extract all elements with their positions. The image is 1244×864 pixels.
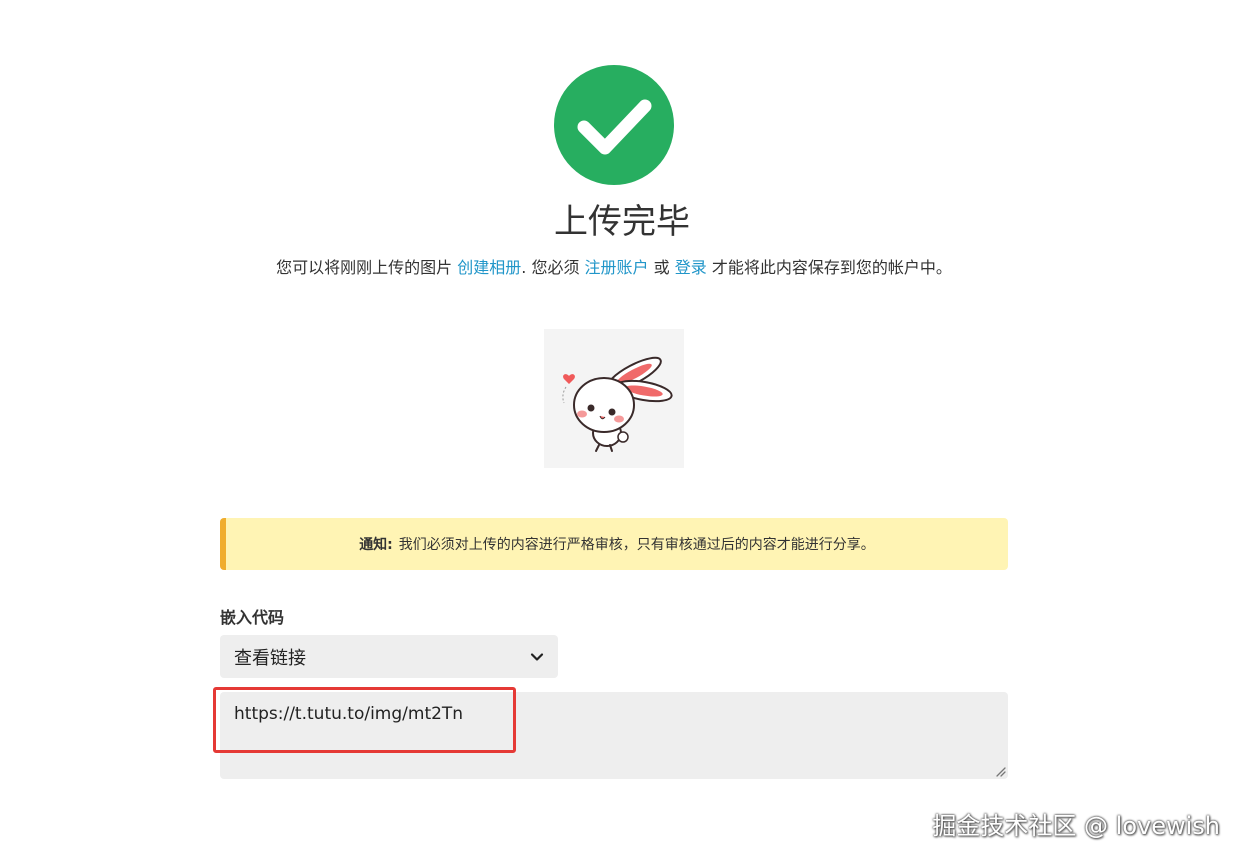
- check-circle-icon: [554, 65, 674, 185]
- create-album-link[interactable]: 创建相册: [457, 258, 521, 277]
- description-text-1: 您可以将刚刚上传的图片: [276, 258, 458, 277]
- chevron-down-icon: [530, 652, 544, 661]
- resize-handle-icon[interactable]: [994, 765, 1006, 777]
- upload-description: 您可以将刚刚上传的图片 创建相册. 您必须 注册账户 或 登录 才能将此内容保存…: [0, 256, 1228, 280]
- uploaded-image-thumbnail[interactable]: [544, 329, 684, 468]
- login-link[interactable]: 登录: [675, 258, 707, 277]
- description-text-3: 或: [648, 258, 675, 277]
- register-link[interactable]: 注册账户: [585, 258, 649, 277]
- description-text-4: 才能将此内容保存到您的帐户中。: [706, 258, 952, 277]
- embed-type-selected-value: 查看链接: [234, 647, 306, 669]
- embed-code-label: 嵌入代码: [220, 608, 285, 627]
- notice-message: 我们必须对上传的内容进行严格审核，只有审核通过后的内容才能进行分享。: [398, 537, 875, 553]
- embed-type-select[interactable]: 查看链接: [220, 635, 558, 678]
- annotation-highlight-box: [213, 687, 516, 753]
- watermark-text: 掘金技术社区 @ lovewish: [932, 812, 1220, 840]
- page-title: 上传完毕: [554, 202, 690, 242]
- upload-complete-page: 上传完毕 您可以将刚刚上传的图片 创建相册. 您必须 注册账户 或 登录 才能将…: [0, 0, 1244, 864]
- description-text-2: . 您必须: [521, 258, 585, 277]
- notice-label: 通知:: [359, 537, 393, 553]
- moderation-notice: 通知: 我们必须对上传的内容进行严格审核，只有审核通过后的内容才能进行分享。: [220, 518, 1008, 570]
